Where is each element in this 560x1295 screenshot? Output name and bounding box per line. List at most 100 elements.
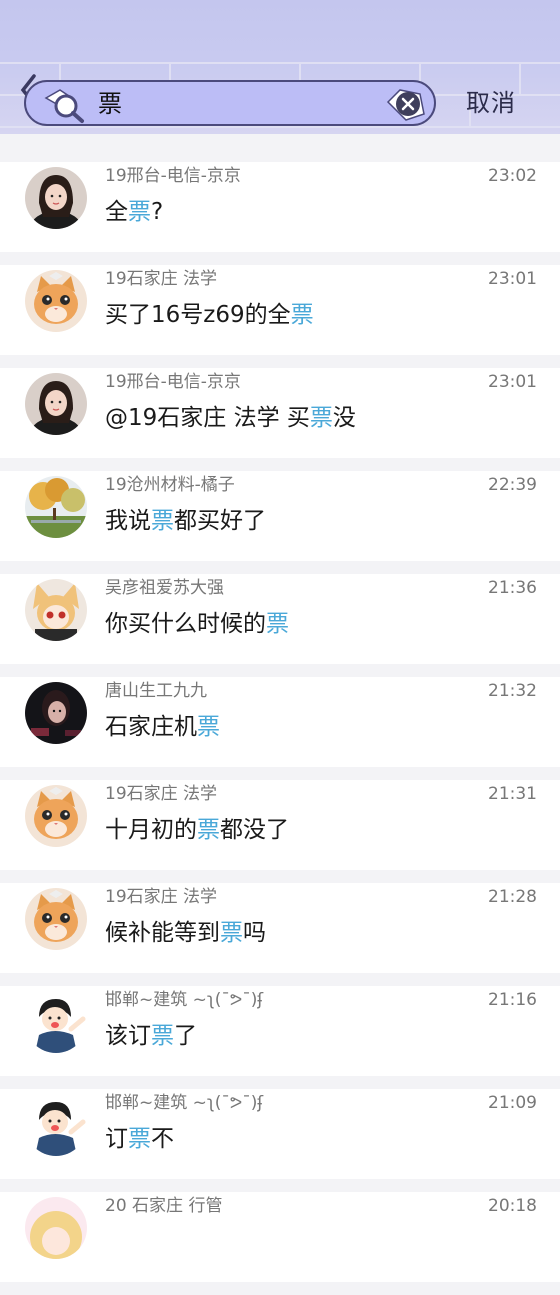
search-result-item[interactable]: 唐山生工九九 21:32 石家庄机票 bbox=[0, 677, 560, 767]
list-divider bbox=[0, 561, 560, 574]
message-text-after: 都买好了 bbox=[174, 508, 266, 534]
list-divider bbox=[0, 355, 560, 368]
message-text: 订票不 bbox=[105, 1123, 174, 1155]
message-time: 23:01 bbox=[488, 372, 537, 392]
message-text-before: 全 bbox=[105, 199, 128, 225]
sender-name: 19石家庄 法学 bbox=[105, 887, 218, 907]
sender-name: 19石家庄 法学 bbox=[105, 269, 218, 289]
message-time: 21:28 bbox=[488, 887, 537, 907]
message-text-before: 十月初的 bbox=[105, 817, 197, 843]
message-text: 全票? bbox=[105, 196, 163, 228]
keyword-highlight: 票 bbox=[220, 920, 243, 946]
list-divider bbox=[0, 458, 560, 471]
message-text: 石家庄机票 bbox=[105, 711, 220, 743]
keyword-highlight: 票 bbox=[290, 302, 314, 328]
message-time: 20:18 bbox=[488, 1196, 537, 1216]
keyword-highlight: 票 bbox=[128, 1126, 151, 1152]
keyword-highlight: 票 bbox=[197, 714, 220, 740]
search-header: 票 取消 bbox=[0, 0, 560, 134]
message-time: 22:39 bbox=[488, 475, 537, 495]
search-result-item[interactable]: 19沧州材料-橘子 22:39 我说票都买好了 bbox=[0, 471, 560, 561]
message-text-after: 吗 bbox=[243, 920, 266, 946]
avatar[interactable] bbox=[25, 373, 87, 435]
keyword-highlight: 票 bbox=[266, 611, 289, 637]
keyword-highlight: 票 bbox=[309, 405, 333, 431]
keyword-highlight: 票 bbox=[197, 817, 220, 843]
message-time: 21:16 bbox=[488, 990, 537, 1010]
list-divider bbox=[0, 870, 560, 883]
list-divider bbox=[0, 1282, 560, 1295]
message-text-after: 没 bbox=[332, 405, 356, 431]
message-text: 你买什么时候的票 bbox=[105, 608, 289, 640]
message-text-before: 订 bbox=[105, 1126, 128, 1152]
keyword-highlight: 票 bbox=[128, 199, 151, 225]
search-result-item[interactable]: 吴彦祖爱苏大强 21:36 你买什么时候的票 bbox=[0, 574, 560, 664]
message-text-before: 石家庄机 bbox=[105, 714, 197, 740]
message-text-before: 我说 bbox=[105, 508, 151, 534]
avatar[interactable] bbox=[25, 888, 87, 950]
search-result-item[interactable]: 20 石家庄 行管 20:18 bbox=[0, 1192, 560, 1282]
avatar[interactable] bbox=[25, 785, 87, 847]
list-divider bbox=[0, 252, 560, 265]
message-text-before: 候补能等到 bbox=[105, 920, 220, 946]
avatar[interactable] bbox=[25, 991, 87, 1053]
message-text: 买了16号z69的全票 bbox=[105, 299, 314, 331]
message-time: 21:31 bbox=[488, 784, 537, 804]
search-results-list: 19邢台-电信-京京 23:02 全票? 19石家庄 法学 23:01 买了16号z69的… bbox=[0, 134, 560, 1295]
sender-name: 邯郸~建筑 ~ʅ(ˉᕗˉ)ʄ bbox=[105, 1093, 264, 1113]
message-text-after: 都没了 bbox=[220, 817, 289, 843]
sender-name: 唐山生工九九 bbox=[105, 681, 207, 701]
sender-name: 20 石家庄 行管 bbox=[105, 1196, 223, 1216]
search-icon bbox=[44, 89, 84, 123]
search-bar[interactable]: 票 bbox=[24, 80, 436, 126]
sender-name: 19邢台-电信-京京 bbox=[105, 372, 241, 392]
search-result-item[interactable]: 19石家庄 法学 23:01 买了16号z69的全票 bbox=[0, 265, 560, 355]
list-divider bbox=[0, 664, 560, 677]
message-text: @19石家庄 法学 买票没 bbox=[105, 402, 356, 434]
message-time: 21:36 bbox=[488, 578, 537, 598]
message-time: 21:09 bbox=[488, 1093, 537, 1113]
avatar[interactable] bbox=[25, 270, 87, 332]
list-divider bbox=[0, 1179, 560, 1192]
sender-name: 19邢台-电信-京京 bbox=[105, 166, 241, 186]
keyword-highlight: 票 bbox=[151, 508, 174, 534]
search-result-item[interactable]: 19邢台-电信-京京 23:01 @19石家庄 法学 买票没 bbox=[0, 368, 560, 458]
avatar[interactable] bbox=[25, 476, 87, 538]
clear-search-icon[interactable] bbox=[386, 86, 428, 122]
message-text: 我说票都买好了 bbox=[105, 505, 266, 537]
message-text-before: 该订 bbox=[105, 1023, 151, 1049]
message-text-after: 了 bbox=[174, 1023, 197, 1049]
avatar[interactable] bbox=[25, 579, 87, 641]
search-result-item[interactable]: 19石家庄 法学 21:31 十月初的票都没了 bbox=[0, 780, 560, 870]
avatar[interactable] bbox=[25, 1197, 87, 1259]
message-text: 该订票了 bbox=[105, 1020, 197, 1052]
message-text: 候补能等到票吗 bbox=[105, 917, 266, 949]
message-text-before: @19石家庄 法学 买 bbox=[105, 405, 310, 431]
avatar[interactable] bbox=[25, 1094, 87, 1156]
list-divider bbox=[0, 973, 560, 986]
search-result-item[interactable]: 邯郸~建筑 ~ʅ(ˉᕗˉ)ʄ 21:09 订票不 bbox=[0, 1089, 560, 1179]
avatar[interactable] bbox=[25, 167, 87, 229]
message-text-before: 买了16号z69的全 bbox=[105, 302, 291, 328]
list-divider bbox=[0, 767, 560, 780]
message-text-after: 不 bbox=[151, 1126, 174, 1152]
list-divider bbox=[0, 1076, 560, 1089]
avatar[interactable] bbox=[25, 682, 87, 744]
sender-name: 邯郸~建筑 ~ʅ(ˉᕗˉ)ʄ bbox=[105, 990, 264, 1010]
sender-name: 19石家庄 法学 bbox=[105, 784, 218, 804]
sender-name: 19沧州材料-橘子 bbox=[105, 475, 235, 495]
sender-name: 吴彦祖爱苏大强 bbox=[105, 578, 224, 598]
message-text-before: 你买什么时候的 bbox=[105, 611, 266, 637]
cancel-button[interactable]: 取消 bbox=[466, 86, 516, 120]
search-result-item[interactable]: 19石家庄 法学 21:28 候补能等到票吗 bbox=[0, 883, 560, 973]
search-input[interactable]: 票 bbox=[98, 88, 122, 120]
keyword-highlight: 票 bbox=[151, 1023, 174, 1049]
message-time: 23:02 bbox=[488, 166, 537, 186]
message-time: 21:32 bbox=[488, 681, 537, 701]
search-result-item[interactable]: 邯郸~建筑 ~ʅ(ˉᕗˉ)ʄ 21:16 该订票了 bbox=[0, 986, 560, 1076]
search-result-item[interactable]: 19邢台-电信-京京 23:02 全票? bbox=[0, 162, 560, 252]
message-text-after: ? bbox=[151, 199, 164, 225]
message-time: 23:01 bbox=[488, 269, 537, 289]
message-text: 十月初的票都没了 bbox=[105, 814, 289, 846]
